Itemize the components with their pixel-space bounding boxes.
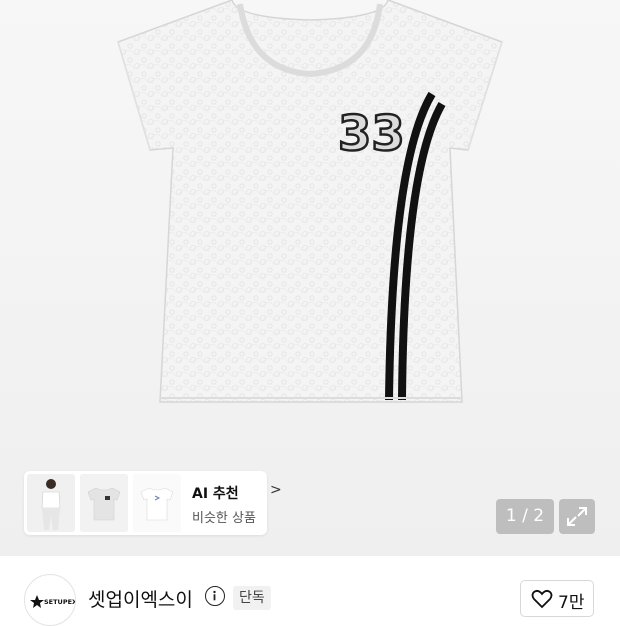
image-pager: 1 / 2 [496, 499, 554, 534]
seller-bar: SETUPEXE 셋업이엑스이 단독 7만 [0, 556, 620, 626]
shirt-number-print: 33 [338, 106, 405, 162]
seller-logo[interactable]: SETUPEXE [24, 574, 76, 626]
chevron-right-icon: > [270, 482, 282, 498]
expand-icon [567, 507, 587, 526]
ai-recommend-title: AI 추천 [192, 486, 239, 502]
like-button[interactable]: 7만 [520, 580, 594, 617]
expand-button[interactable] [559, 499, 595, 534]
seller-name[interactable]: 셋업이엑스이 [88, 585, 193, 612]
exclusive-badge: 단독 [233, 586, 271, 610]
like-count: 7만 [558, 593, 585, 613]
ai-recommend-card[interactable]: AI 추천 > 비슷한 상품 [24, 471, 282, 535]
thumb-product-2[interactable] [133, 474, 181, 532]
thumb-product-1[interactable] [80, 474, 128, 532]
seller-logo-text: SETUPEXE [44, 598, 75, 606]
heart-icon [531, 589, 553, 609]
ai-recommend-subtitle: 비슷한 상품 [192, 511, 256, 526]
info-icon[interactable] [205, 586, 225, 606]
thumb-model[interactable] [27, 474, 75, 532]
product-image-area[interactable]: 33 AI 추천 > 비슷한 상품 1 / 2 [0, 0, 620, 556]
